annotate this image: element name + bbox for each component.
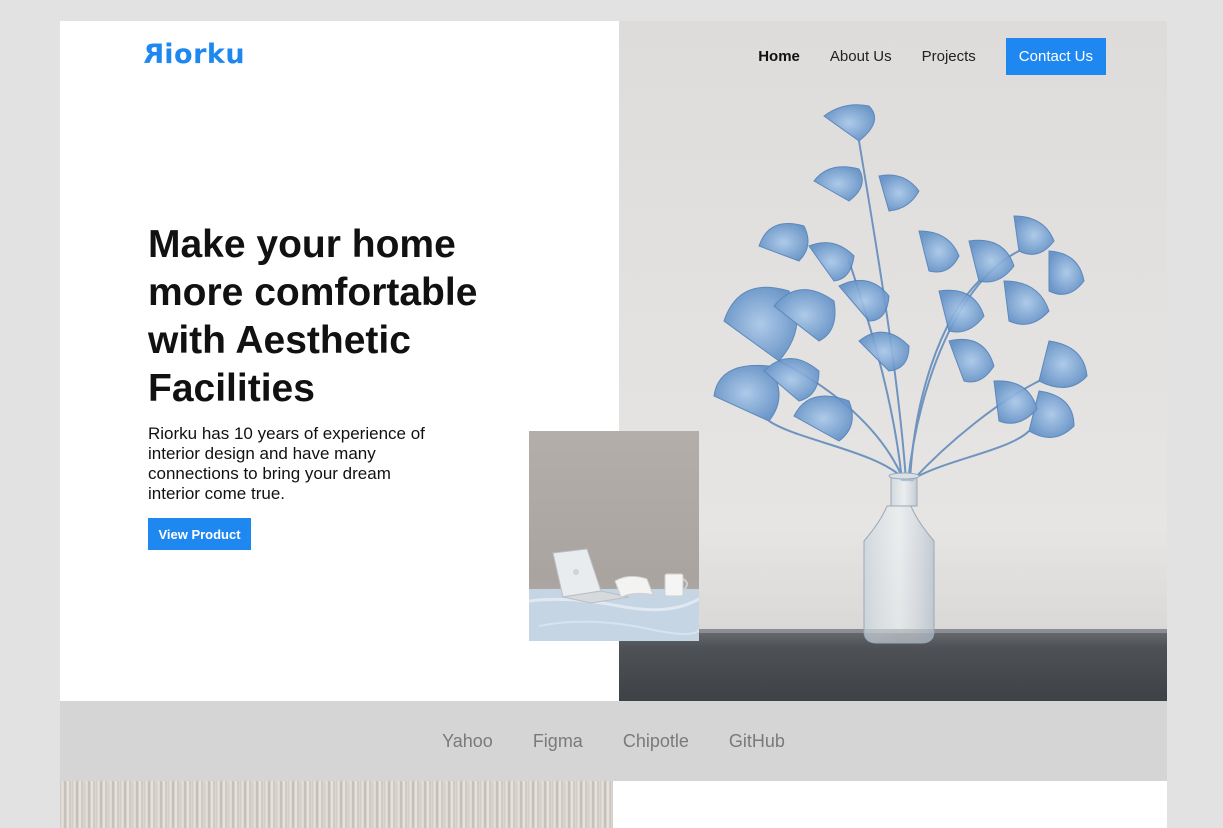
bottom-content-area bbox=[613, 781, 1167, 828]
logo-mark: R bbox=[143, 39, 165, 70]
nav-about-us[interactable]: About Us bbox=[830, 48, 892, 65]
hero-image: Home About Us Projects Contact Us bbox=[619, 21, 1167, 701]
landing-page: Riorku Make your home more comfortable w… bbox=[60, 21, 1167, 828]
partner-chipotle: Chipotle bbox=[622, 730, 689, 751]
workspace-photo bbox=[529, 431, 699, 641]
partner-yahoo: Yahoo bbox=[442, 730, 493, 751]
contact-us-button[interactable]: Contact Us bbox=[1005, 38, 1106, 75]
partner-figma: Figma bbox=[532, 730, 583, 751]
partner-strip: Yahoo Figma Chipotle GitHub bbox=[60, 701, 1167, 781]
vase-with-leaves-illustration bbox=[713, 104, 1088, 644]
view-product-button[interactable]: View Product bbox=[148, 518, 251, 550]
nav-home[interactable]: Home bbox=[758, 48, 800, 65]
logo-text: iorku bbox=[164, 39, 246, 70]
main-nav: Home About Us Projects Contact Us bbox=[758, 38, 1106, 75]
hero-description: Riorku has 10 years of experience of int… bbox=[148, 424, 425, 503]
brand-logo[interactable]: Riorku bbox=[143, 39, 245, 70]
glass-vase bbox=[863, 472, 935, 644]
textured-wall-image bbox=[60, 781, 613, 828]
hero-headline: Make your home more comfortable with Aes… bbox=[148, 223, 478, 410]
partner-github: GitHub bbox=[728, 730, 785, 751]
nav-projects[interactable]: Projects bbox=[922, 48, 976, 65]
